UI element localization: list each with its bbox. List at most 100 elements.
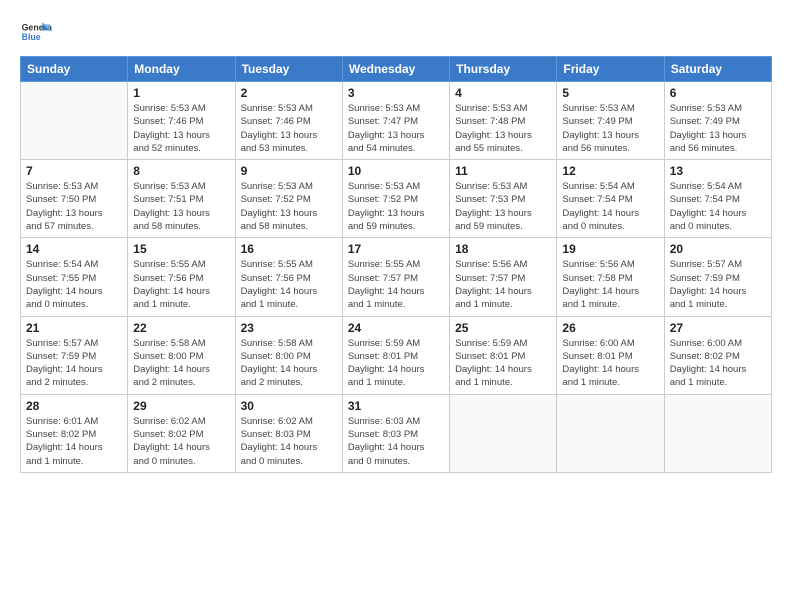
day-number: 17	[348, 242, 444, 256]
weekday-header-sunday: Sunday	[21, 57, 128, 82]
weekday-header-row: SundayMondayTuesdayWednesdayThursdayFrid…	[21, 57, 772, 82]
day-info: Sunrise: 5:53 AM Sunset: 7:49 PM Dayligh…	[562, 102, 658, 155]
day-number: 19	[562, 242, 658, 256]
calendar-day-21: 21Sunrise: 5:57 AM Sunset: 7:59 PM Dayli…	[21, 316, 128, 394]
calendar-day-1: 1Sunrise: 5:53 AM Sunset: 7:46 PM Daylig…	[128, 82, 235, 160]
logo-icon: General Blue	[20, 16, 52, 48]
day-info: Sunrise: 6:00 AM Sunset: 8:02 PM Dayligh…	[670, 337, 766, 390]
weekday-header-saturday: Saturday	[664, 57, 771, 82]
calendar-day-7: 7 Sunrise: 5:53 AM Sunset: 7:50 PM Daylig…	[21, 160, 128, 238]
day-number: 14	[26, 242, 122, 256]
day-number: 7	[26, 164, 122, 178]
day-info: Sunrise: 5:53 AM Sunset: 7:52 PM Dayligh…	[241, 180, 337, 233]
day-number: 27	[670, 321, 766, 335]
day-number: 15	[133, 242, 229, 256]
day-info: Sunrise: 5:55 AM Sunset: 7:57 PM Dayligh…	[348, 258, 444, 311]
page-container: General Blue SundayMondayTuesdayWednesda…	[0, 0, 792, 493]
day-info: Sunrise: 6:02 AM Sunset: 8:03 PM Dayligh…	[241, 415, 337, 468]
day-info: Sunrise: 5:53 AM Sunset: 7:53 PM Dayligh…	[455, 180, 551, 233]
weekday-header-wednesday: Wednesday	[342, 57, 449, 82]
weekday-header-thursday: Thursday	[450, 57, 557, 82]
day-number: 5	[562, 86, 658, 100]
day-number: 1	[133, 86, 229, 100]
calendar-day-19: 19 Sunrise: 5:56 AM Sunset: 7:58 PM Dayli…	[557, 238, 664, 316]
calendar-day-8: 8 Sunrise: 5:53 AM Sunset: 7:51 PM Daylig…	[128, 160, 235, 238]
calendar-empty-cell	[557, 394, 664, 472]
logo: General Blue	[20, 16, 52, 48]
day-info: Sunrise: 5:55 AM Sunset: 7:56 PM Dayligh…	[241, 258, 337, 311]
day-number: 28	[26, 399, 122, 413]
calendar-day-22: 22 Sunrise: 5:58 AM Sunset: 8:00 PM Dayli…	[128, 316, 235, 394]
calendar-day-6: 6 Sunrise: 5:53 AM Sunset: 7:49 PM Daylig…	[664, 82, 771, 160]
calendar-week-row: 14 Sunrise: 5:54 AM Sunset: 7:55 PM Dayli…	[21, 238, 772, 316]
day-info: Sunrise: 5:53 AM Sunset: 7:47 PM Dayligh…	[348, 102, 444, 155]
day-info: Sunrise: 5:53 AM Sunset: 7:50 PM Dayligh…	[26, 180, 122, 233]
day-number: 26	[562, 321, 658, 335]
calendar-day-13: 13 Sunrise: 5:54 AM Sunset: 7:54 PM Dayli…	[664, 160, 771, 238]
calendar-day-4: 4Sunrise: 5:53 AM Sunset: 7:48 PM Daylig…	[450, 82, 557, 160]
day-info: Sunrise: 5:59 AM Sunset: 8:01 PM Dayligh…	[455, 337, 551, 390]
calendar-week-row: 21Sunrise: 5:57 AM Sunset: 7:59 PM Dayli…	[21, 316, 772, 394]
day-number: 13	[670, 164, 766, 178]
page-header: General Blue	[20, 10, 772, 48]
day-number: 16	[241, 242, 337, 256]
day-info: Sunrise: 5:56 AM Sunset: 7:58 PM Dayligh…	[562, 258, 658, 311]
calendar-day-14: 14 Sunrise: 5:54 AM Sunset: 7:55 PM Dayli…	[21, 238, 128, 316]
calendar-empty-cell	[450, 394, 557, 472]
day-info: Sunrise: 5:54 AM Sunset: 7:54 PM Dayligh…	[562, 180, 658, 233]
calendar-day-25: 25 Sunrise: 5:59 AM Sunset: 8:01 PM Dayli…	[450, 316, 557, 394]
calendar-day-26: 26Sunrise: 6:00 AM Sunset: 8:01 PM Dayli…	[557, 316, 664, 394]
day-number: 31	[348, 399, 444, 413]
day-info: Sunrise: 5:53 AM Sunset: 7:52 PM Dayligh…	[348, 180, 444, 233]
weekday-header-tuesday: Tuesday	[235, 57, 342, 82]
day-number: 6	[670, 86, 766, 100]
day-number: 8	[133, 164, 229, 178]
calendar-day-12: 12Sunrise: 5:54 AM Sunset: 7:54 PM Dayli…	[557, 160, 664, 238]
weekday-header-monday: Monday	[128, 57, 235, 82]
day-info: Sunrise: 6:02 AM Sunset: 8:02 PM Dayligh…	[133, 415, 229, 468]
day-number: 2	[241, 86, 337, 100]
day-number: 18	[455, 242, 551, 256]
calendar-day-15: 15 Sunrise: 5:55 AM Sunset: 7:56 PM Dayli…	[128, 238, 235, 316]
day-number: 11	[455, 164, 551, 178]
calendar-day-3: 3 Sunrise: 5:53 AM Sunset: 7:47 PM Daylig…	[342, 82, 449, 160]
day-number: 20	[670, 242, 766, 256]
day-number: 23	[241, 321, 337, 335]
calendar-week-row: 1 Sunrise: 5:53 AM Sunset: 7:46 PM Daylig…	[21, 82, 772, 160]
calendar-day-27: 27 Sunrise: 6:00 AM Sunset: 8:02 PM Dayli…	[664, 316, 771, 394]
calendar-day-20: 20 Sunrise: 5:57 AM Sunset: 7:59 PM Dayli…	[664, 238, 771, 316]
calendar-day-5: 5 Sunrise: 5:53 AM Sunset: 7:49 PM Daylig…	[557, 82, 664, 160]
day-info: Sunrise: 5:58 AM Sunset: 8:00 PM Dayligh…	[241, 337, 337, 390]
day-info: Sunrise: 5:56 AM Sunset: 7:57 PM Dayligh…	[455, 258, 551, 311]
calendar-day-31: 31Sunrise: 6:03 AM Sunset: 8:03 PM Dayli…	[342, 394, 449, 472]
calendar-day-23: 23 Sunrise: 5:58 AM Sunset: 8:00 PM Dayli…	[235, 316, 342, 394]
calendar-empty-cell	[21, 82, 128, 160]
calendar-day-24: 24 Sunrise: 5:59 AM Sunset: 8:01 PM Dayli…	[342, 316, 449, 394]
day-number: 24	[348, 321, 444, 335]
day-info: Sunrise: 5:53 AM Sunset: 7:49 PM Dayligh…	[670, 102, 766, 155]
svg-text:Blue: Blue	[22, 32, 41, 42]
day-info: Sunrise: 5:58 AM Sunset: 8:00 PM Dayligh…	[133, 337, 229, 390]
day-info: Sunrise: 5:57 AM Sunset: 7:59 PM Dayligh…	[26, 337, 122, 390]
calendar-day-10: 10 Sunrise: 5:53 AM Sunset: 7:52 PM Dayli…	[342, 160, 449, 238]
calendar-day-11: 11 Sunrise: 5:53 AM Sunset: 7:53 PM Dayli…	[450, 160, 557, 238]
calendar-day-16: 16 Sunrise: 5:55 AM Sunset: 7:56 PM Dayli…	[235, 238, 342, 316]
calendar-day-9: 9Sunrise: 5:53 AM Sunset: 7:52 PM Daylig…	[235, 160, 342, 238]
day-info: Sunrise: 5:57 AM Sunset: 7:59 PM Dayligh…	[670, 258, 766, 311]
day-number: 25	[455, 321, 551, 335]
day-number: 3	[348, 86, 444, 100]
day-number: 22	[133, 321, 229, 335]
day-info: Sunrise: 5:55 AM Sunset: 7:56 PM Dayligh…	[133, 258, 229, 311]
day-info: Sunrise: 5:53 AM Sunset: 7:46 PM Dayligh…	[241, 102, 337, 155]
weekday-header-friday: Friday	[557, 57, 664, 82]
calendar-day-28: 28Sunrise: 6:01 AM Sunset: 8:02 PM Dayli…	[21, 394, 128, 472]
day-number: 30	[241, 399, 337, 413]
calendar-day-17: 17 Sunrise: 5:55 AM Sunset: 7:57 PM Dayli…	[342, 238, 449, 316]
calendar-week-row: 28Sunrise: 6:01 AM Sunset: 8:02 PM Dayli…	[21, 394, 772, 472]
calendar-day-30: 30 Sunrise: 6:02 AM Sunset: 8:03 PM Dayli…	[235, 394, 342, 472]
day-info: Sunrise: 5:53 AM Sunset: 7:51 PM Dayligh…	[133, 180, 229, 233]
day-info: Sunrise: 5:54 AM Sunset: 7:55 PM Dayligh…	[26, 258, 122, 311]
day-info: Sunrise: 5:54 AM Sunset: 7:54 PM Dayligh…	[670, 180, 766, 233]
day-number: 10	[348, 164, 444, 178]
day-info: Sunrise: 5:59 AM Sunset: 8:01 PM Dayligh…	[348, 337, 444, 390]
